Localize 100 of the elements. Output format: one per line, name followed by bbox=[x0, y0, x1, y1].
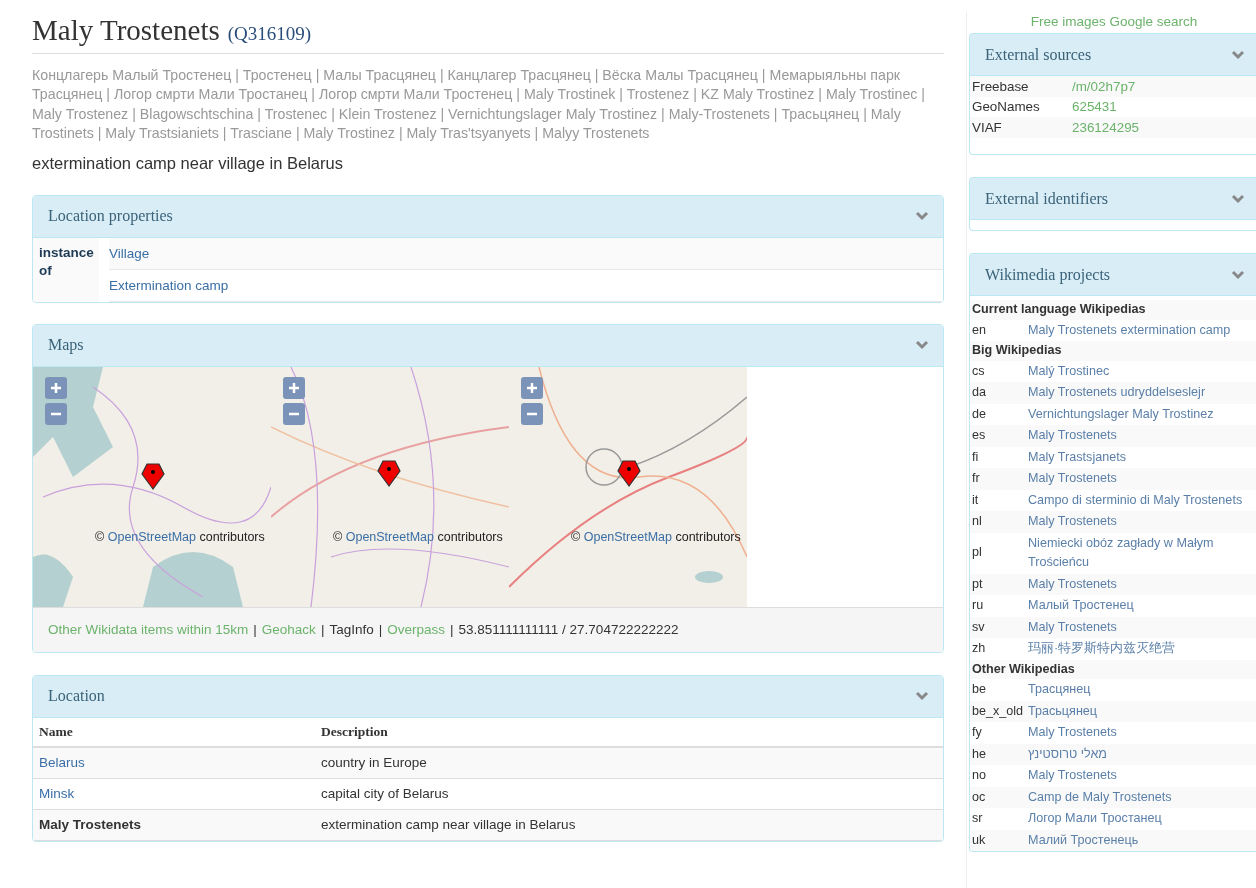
location-name: Maly Trostenets bbox=[39, 817, 142, 833]
zoom-in-button[interactable] bbox=[283, 376, 305, 399]
chevron-down-icon[interactable] bbox=[1231, 193, 1245, 204]
copyright-text: © bbox=[333, 529, 343, 544]
wiki-article-link[interactable]: Maly Trostenets bbox=[1028, 512, 1256, 532]
language-code: pt bbox=[972, 575, 984, 593]
wiki-article-link[interactable]: Трасьцянец bbox=[1028, 701, 1256, 721]
panel-header[interactable]: Maps bbox=[33, 324, 943, 367]
language-code: uk bbox=[972, 831, 987, 849]
wiki-article-link[interactable]: Malý Trostinec bbox=[1028, 361, 1256, 381]
plus-icon bbox=[288, 381, 300, 394]
map-info-text: TagInfo bbox=[329, 622, 374, 638]
panel-title: Wikimedia projects bbox=[985, 265, 1111, 284]
wiki-article-link[interactable]: Maly Trostenets bbox=[1028, 426, 1256, 446]
map-tool-link[interactable]: Other Wikidata items within 15km bbox=[48, 622, 249, 638]
location-description: country in Europe bbox=[321, 755, 427, 771]
panel-title: Location properties bbox=[48, 207, 173, 226]
panel-header[interactable]: Location properties bbox=[33, 195, 943, 238]
location-link[interactable]: Belarus bbox=[39, 755, 85, 771]
zoom-out-button[interactable] bbox=[45, 402, 67, 425]
language-code: be_x_old bbox=[972, 702, 1025, 720]
panel-header[interactable]: External identifiers bbox=[970, 178, 1256, 220]
property-value-link[interactable]: Extermination camp bbox=[109, 277, 229, 293]
map-tool-link[interactable]: Geohack bbox=[261, 622, 316, 638]
openstreetmap-link[interactable]: OpenStreetMap bbox=[345, 529, 434, 544]
wiki-article-link[interactable]: Maly Trostenets extermination camp bbox=[1028, 320, 1256, 340]
language-code: pl bbox=[972, 544, 983, 562]
chevron-down-icon[interactable] bbox=[915, 691, 929, 702]
map-info-text: 53.851111111111 / 27.704722222222 bbox=[458, 622, 679, 638]
wiki-article-link[interactable]: Maly Trostenets bbox=[1028, 723, 1256, 743]
page-title: Maly Trostenets bbox=[32, 14, 220, 47]
separator-text: | bbox=[253, 622, 257, 638]
wiki-article-link[interactable]: Maly Trastsjanets bbox=[1028, 447, 1256, 467]
wiki-article-link[interactable]: Логор Мали Тростанец bbox=[1028, 809, 1256, 829]
wiki-article-link[interactable]: Maly Trostenets bbox=[1028, 617, 1256, 637]
zoom-out-button[interactable] bbox=[521, 402, 543, 425]
wiki-article-link[interactable]: Campo di sterminio di Maly Trostenets bbox=[1028, 490, 1256, 510]
location-description: capital city of Belarus bbox=[321, 786, 449, 802]
chevron-down-icon[interactable] bbox=[1231, 49, 1245, 60]
source-id-link[interactable]: /m/02h7p7 bbox=[1072, 78, 1256, 94]
openstreetmap-link[interactable]: OpenStreetMap bbox=[583, 529, 672, 544]
item-description: extermination camp near village in Belarus bbox=[32, 153, 344, 173]
language-code: fi bbox=[972, 448, 980, 466]
separator-text: | bbox=[450, 622, 454, 638]
zoom-out-button[interactable] bbox=[283, 402, 305, 425]
map-pin-icon bbox=[141, 461, 165, 490]
map-tool-link[interactable]: Overpass bbox=[387, 622, 445, 638]
contributors-text: contributors bbox=[437, 529, 503, 544]
location-link[interactable]: Minsk bbox=[39, 786, 75, 802]
group-heading: Other Wikipedias bbox=[970, 659, 1256, 679]
zoom-in-button[interactable] bbox=[45, 376, 67, 399]
source-id-link[interactable]: 625431 bbox=[1072, 99, 1256, 115]
wiki-article-link[interactable]: 玛丽·特罗斯特内兹灭绝营 bbox=[1028, 639, 1256, 659]
wiki-article-link[interactable]: מאלי טרוסטינץ bbox=[1028, 744, 1256, 764]
chevron-down-icon[interactable] bbox=[1231, 269, 1245, 280]
language-code: cs bbox=[972, 362, 986, 380]
panel-title: Location bbox=[48, 687, 105, 706]
wiki-article-link[interactable]: Vernichtungslager Maly Trostinez bbox=[1028, 404, 1256, 424]
language-code: de bbox=[972, 405, 987, 423]
source-id-link[interactable]: 236124295 bbox=[1072, 119, 1256, 135]
wiki-article-link[interactable]: Camp de Maly Trostenets bbox=[1028, 787, 1256, 807]
language-code: fy bbox=[972, 724, 983, 741]
language-code: ru bbox=[972, 597, 985, 614]
language-code: es bbox=[972, 427, 987, 444]
plus-icon bbox=[526, 381, 538, 394]
map-pin-icon bbox=[377, 458, 401, 487]
language-code: da bbox=[972, 384, 987, 401]
wiki-article-link[interactable]: Maly Trostenets udryddelseslejr bbox=[1028, 383, 1256, 403]
language-code: no bbox=[972, 767, 987, 784]
group-heading: Current language Wikipedias bbox=[970, 300, 1256, 320]
property-value-link[interactable]: Village bbox=[109, 245, 150, 261]
wiki-article-link[interactable]: Maly Trostenets bbox=[1028, 469, 1256, 489]
contributors-text: contributors bbox=[199, 529, 265, 544]
zoom-in-button[interactable] bbox=[521, 376, 543, 399]
wiki-article-link[interactable]: Трасцянец bbox=[1028, 680, 1256, 700]
copyright-text: © bbox=[95, 529, 105, 544]
alias-list: Концлагерь Малый Тростенец | Тростенец | Малы Трасцянец | Канцлагер Трасцянец | Вёска Малы Трасцянец | Мемарыяльны парк Трасцянец | Логор смрти Мали Тростанец | Логор смрти Мали Тростенец | Maly Trostinek | Trostenez | KZ Maly Trostinez | Maly Trostinec | Maly Trostenez | Blagowschtschina | Trostenec | Klein Trostenez | Vernichtungslager Maly Trostinez | Maly-Trostenets | Трасьцянец | Maly Trostinets | Maly Trastsianiets | Trasciane | Maly Trostinez | Maly Tras'tsyanyets | Malyy Trostenets bbox=[32, 66, 927, 144]
free-images-link[interactable]: Free images Google search bbox=[969, 14, 1256, 29]
item-id-link[interactable]: (Q316109) bbox=[227, 23, 312, 45]
source-name: GeoNames bbox=[972, 99, 1041, 115]
wiki-article-link[interactable]: Малий Тростенець bbox=[1028, 830, 1256, 850]
property-name: instance of bbox=[33, 237, 99, 302]
panel-title: External sources bbox=[985, 45, 1092, 64]
map-pin-icon bbox=[617, 458, 641, 487]
panel-header[interactable]: External sources bbox=[970, 34, 1256, 76]
wiki-article-link[interactable]: Maly Trostenets bbox=[1028, 766, 1256, 786]
source-name: Freebase bbox=[972, 78, 1030, 94]
separator-text: | bbox=[378, 622, 383, 638]
location-description: extermination camp near village in Belarus bbox=[321, 817, 576, 833]
column-header: Description bbox=[315, 717, 943, 747]
panel-header[interactable]: Wikimedia projects bbox=[970, 254, 1256, 296]
panel-header[interactable]: Location bbox=[33, 675, 943, 718]
plus-icon bbox=[50, 381, 62, 394]
wiki-article-link[interactable]: Niemiecki obóz zagłady w Małym Trościeńcu bbox=[1028, 533, 1256, 573]
wiki-article-link[interactable]: Малый Тростенец bbox=[1028, 596, 1256, 616]
wiki-article-link[interactable]: Maly Trostenets bbox=[1028, 574, 1256, 594]
chevron-down-icon[interactable] bbox=[915, 340, 929, 351]
openstreetmap-link[interactable]: OpenStreetMap bbox=[107, 529, 196, 544]
chevron-down-icon[interactable] bbox=[915, 211, 929, 222]
language-code: zh bbox=[972, 640, 987, 657]
